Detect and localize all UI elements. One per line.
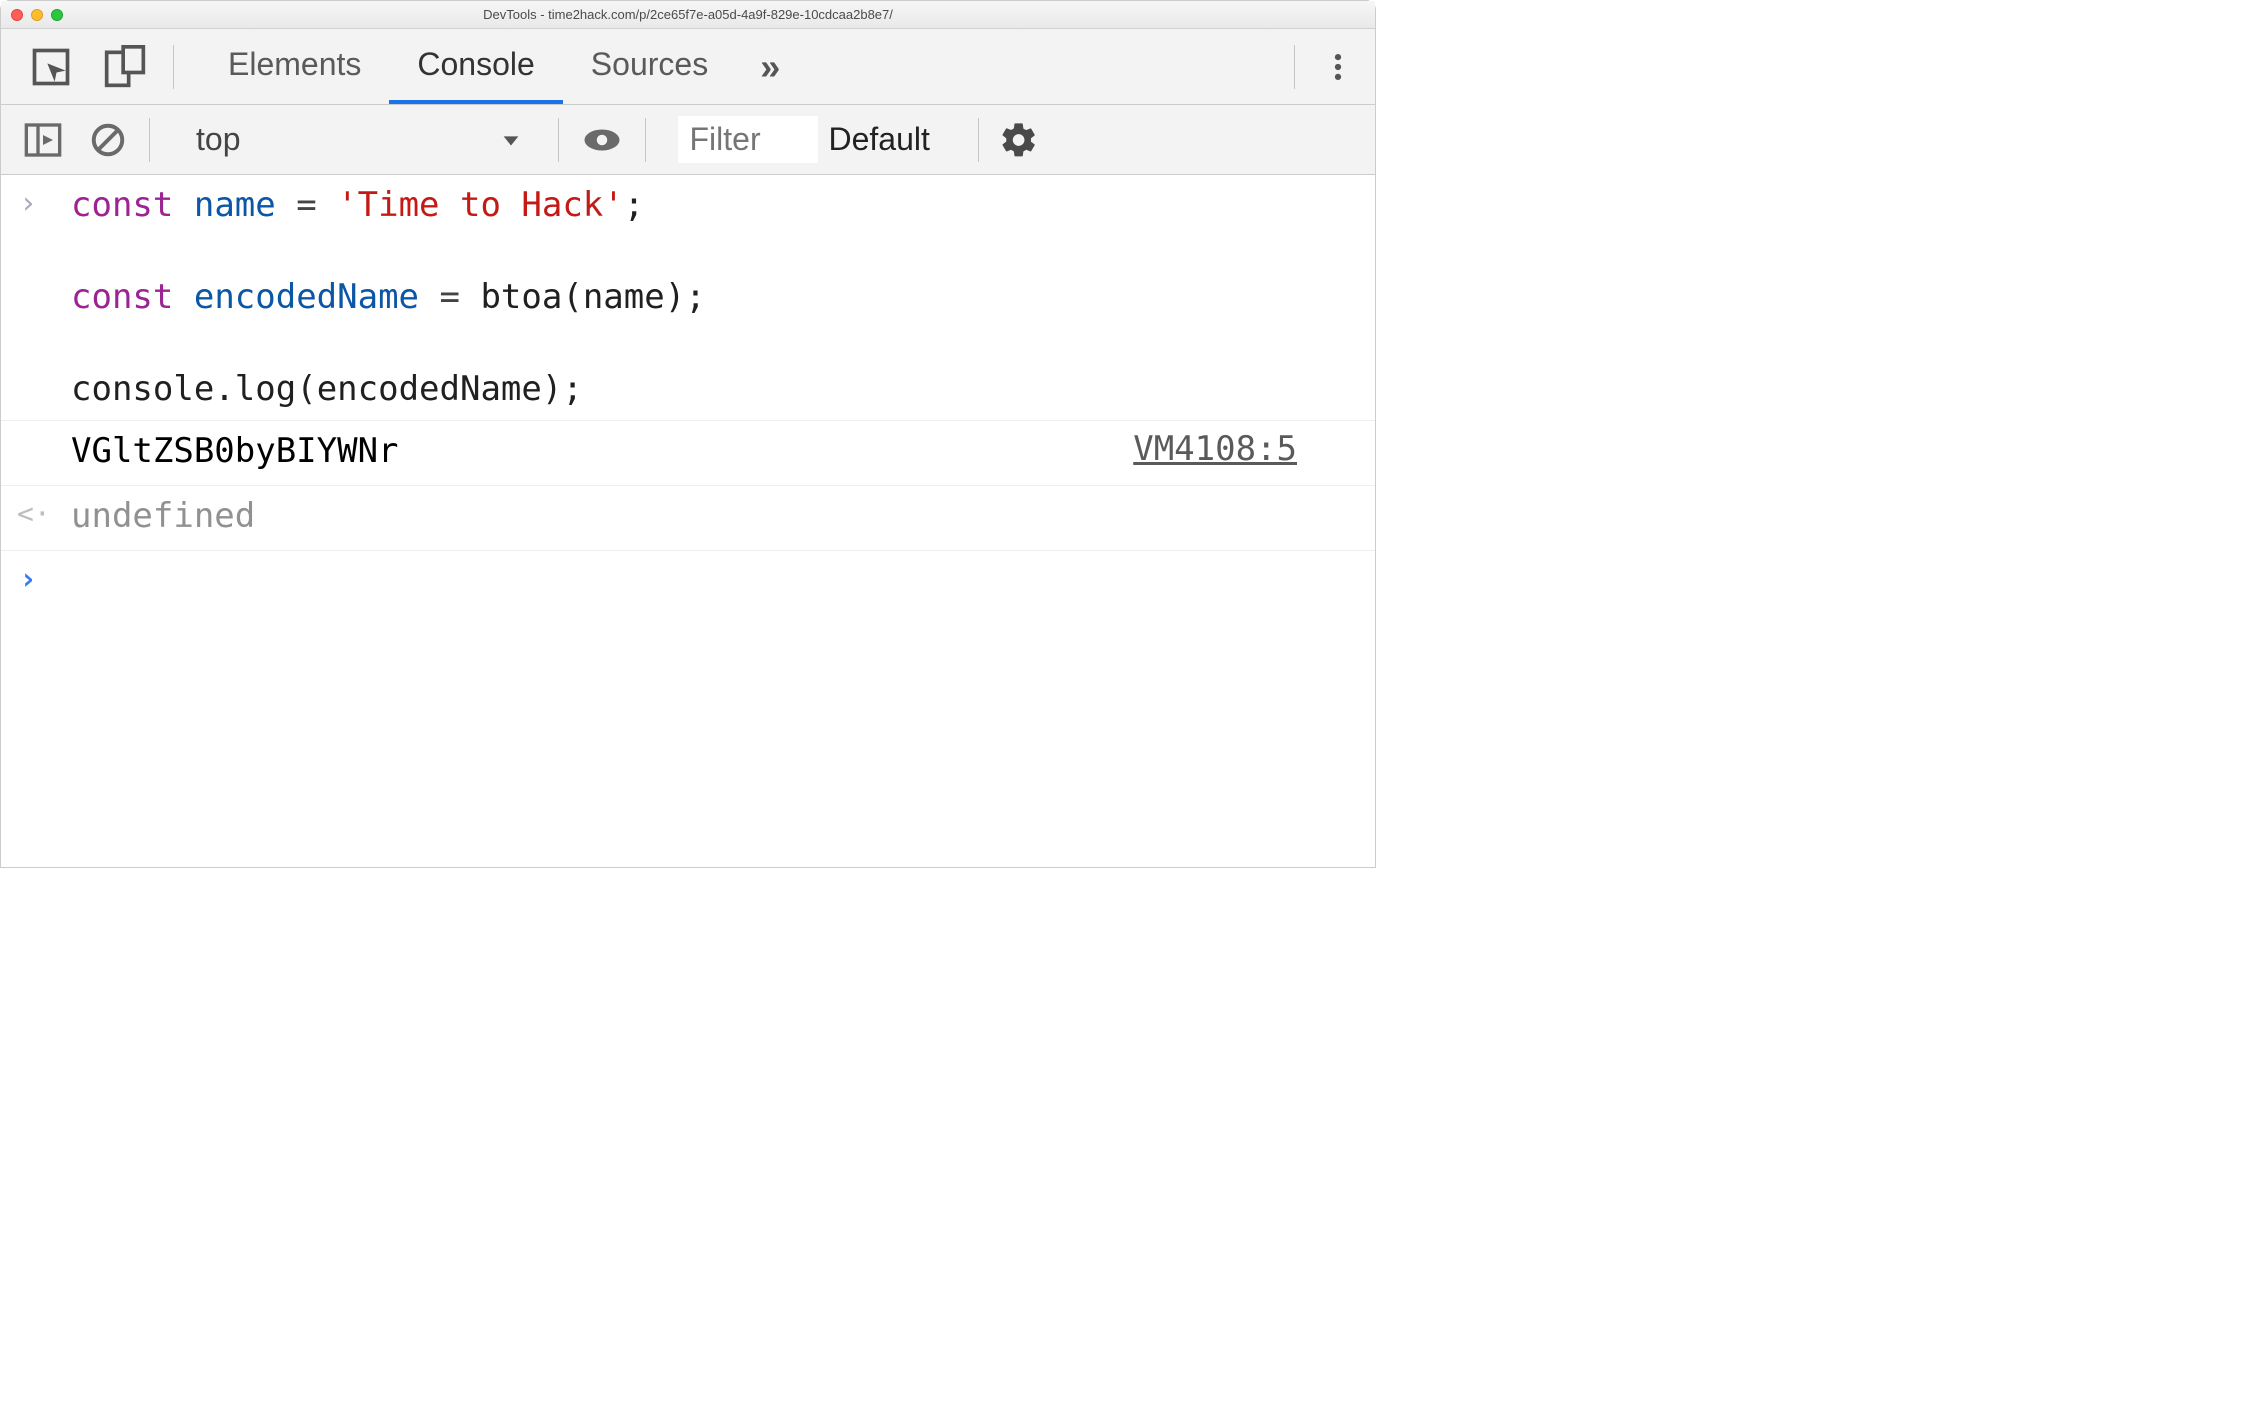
tab-elements[interactable]: Elements xyxy=(200,29,389,104)
console-input-code: const name = 'Time to Hack'; const encod… xyxy=(71,183,1357,412)
dropdown-triangle-icon xyxy=(500,129,522,151)
live-expression-icon[interactable] xyxy=(581,119,623,161)
traffic-lights xyxy=(1,9,63,21)
return-arrow-icon: <· xyxy=(17,494,71,540)
console-toolbar-divider-4 xyxy=(978,118,979,162)
settings-gear-icon[interactable] xyxy=(999,120,1039,160)
toolbar-left-icons xyxy=(29,45,147,89)
titlebar: DevTools - time2hack.com/p/2ce65f7e-a05d… xyxy=(1,1,1375,29)
inspect-element-icon[interactable] xyxy=(29,45,73,89)
more-tabs-button[interactable]: » xyxy=(736,29,804,104)
console-input-row[interactable]: › const name = 'Time to Hack'; const enc… xyxy=(1,175,1375,421)
toggle-sidebar-icon[interactable] xyxy=(23,120,63,160)
console-log-output-row: VGltZSB0byBIYWNr VM4108:5 xyxy=(1,421,1375,486)
prompt-chevron-icon: › xyxy=(19,559,71,597)
console-log-value: VGltZSB0byBIYWNr xyxy=(71,429,399,475)
return-value: undefined xyxy=(71,494,1357,540)
tab-console[interactable]: Console xyxy=(389,29,562,104)
panel-tabs: Elements Console Sources » xyxy=(200,29,804,104)
execution-context-selector[interactable]: top xyxy=(182,115,536,164)
console-body: › const name = 'Time to Hack'; const enc… xyxy=(1,175,1375,605)
console-toolbar-divider xyxy=(149,118,150,162)
console-toolbar-divider-2 xyxy=(558,118,559,162)
output-gutter xyxy=(19,429,71,475)
kebab-menu-icon[interactable] xyxy=(1321,45,1355,89)
input-prompt-icon: › xyxy=(19,183,71,412)
maximize-window-button[interactable] xyxy=(51,9,63,21)
main-toolbar: Elements Console Sources » xyxy=(1,29,1375,105)
source-link[interactable]: VM4108:5 xyxy=(1133,429,1297,475)
context-label: top xyxy=(196,121,240,158)
tab-sources[interactable]: Sources xyxy=(563,29,736,104)
log-levels-selector[interactable]: Default xyxy=(828,121,958,158)
device-toggle-icon[interactable] xyxy=(103,45,147,89)
filter-input[interactable] xyxy=(678,116,818,163)
close-window-button[interactable] xyxy=(11,9,23,21)
clear-console-icon[interactable] xyxy=(89,121,127,159)
toolbar-divider-right xyxy=(1294,45,1295,89)
toolbar-divider xyxy=(173,45,174,89)
minimize-window-button[interactable] xyxy=(31,9,43,21)
window-title: DevTools - time2hack.com/p/2ce65f7e-a05d… xyxy=(483,7,893,22)
console-toolbar-divider-3 xyxy=(645,118,646,162)
console-toolbar: top Default xyxy=(1,105,1375,175)
console-empty-input[interactable] xyxy=(71,559,1357,597)
console-prompt-row[interactable]: › xyxy=(1,551,1375,605)
console-return-row: <· undefined xyxy=(1,486,1375,551)
